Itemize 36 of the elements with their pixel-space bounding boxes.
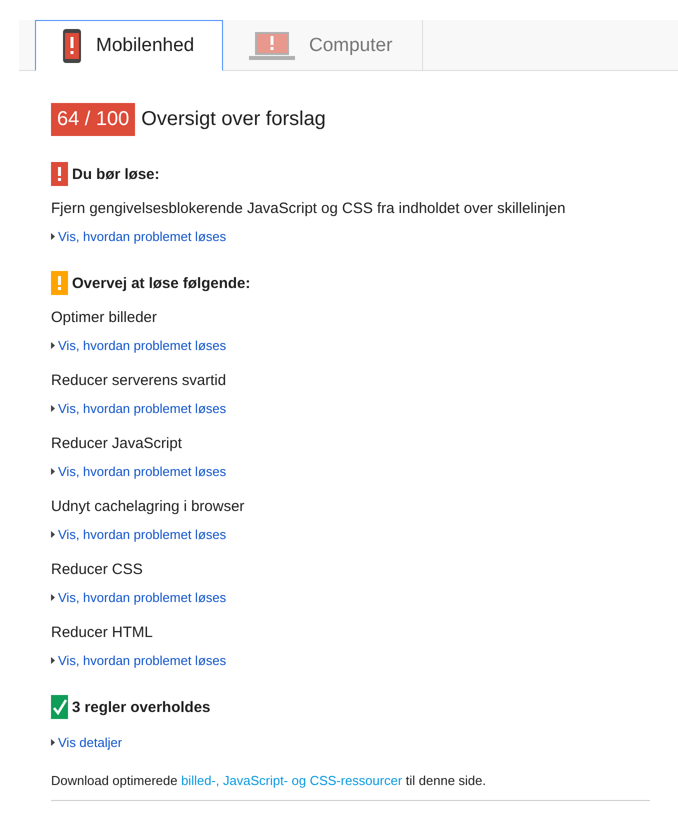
section-heading: Du bør løse: xyxy=(72,166,160,182)
tab[interactable]: Computer xyxy=(223,20,423,71)
rule-title: Reducer HTML xyxy=(51,624,154,641)
expand-link[interactable]: Vis, hvordan problemet løses xyxy=(51,338,226,353)
expand-link[interactable]: Vis, hvordan problemet løses xyxy=(51,464,226,479)
section-status-icon xyxy=(51,162,68,186)
rule-title: Reducer CSS xyxy=(51,561,144,578)
rule-title: Udnyt cachelagring i browser xyxy=(51,498,246,515)
rule-title: Optimer billeder xyxy=(51,309,158,326)
summary-title: Oversigt over forslag xyxy=(141,108,326,131)
caret-icon xyxy=(51,233,55,240)
expand-link[interactable]: Vis, hvordan problemet løses xyxy=(51,590,226,605)
caret-icon xyxy=(51,594,55,601)
expand-link[interactable]: Vis, hvordan problemet løses xyxy=(51,229,226,244)
tab[interactable]: Mobilenhed xyxy=(35,20,223,71)
expand-link[interactable]: Vis, hvordan problemet løses xyxy=(51,527,226,542)
phone-alert-icon xyxy=(62,28,82,64)
section-status-icon xyxy=(51,695,68,719)
section-heading: Overvej at løse følgende: xyxy=(72,274,250,292)
rule-title: Reducer JavaScript xyxy=(51,435,183,452)
rule-title: Fjern gengivelsesblokerende JavaScript og CSS fra indholdet over skillelinjen xyxy=(51,200,566,217)
caret-icon xyxy=(51,468,55,475)
score-badge: 64 / 100 xyxy=(51,103,136,136)
caret-icon xyxy=(51,405,55,412)
laptop-alert-icon xyxy=(249,30,295,60)
caret-icon xyxy=(51,531,55,538)
download-note: Download optimerede billed-, JavaScript- og CSS-ressourcer til denne side. xyxy=(51,773,487,788)
rule-title: Reducer serverens svartid xyxy=(51,372,228,389)
expand-link[interactable]: Vis, hvordan problemet løses xyxy=(51,401,226,416)
expand-link[interactable]: Vis, hvordan problemet løses xyxy=(51,653,226,668)
expand-link[interactable]: Vis detaljer xyxy=(51,735,122,750)
caret-icon xyxy=(51,657,55,664)
section-heading: 3 regler overholdes xyxy=(72,698,210,716)
caret-icon xyxy=(51,739,55,746)
section-status-icon xyxy=(51,271,68,295)
caret-icon xyxy=(51,342,55,349)
